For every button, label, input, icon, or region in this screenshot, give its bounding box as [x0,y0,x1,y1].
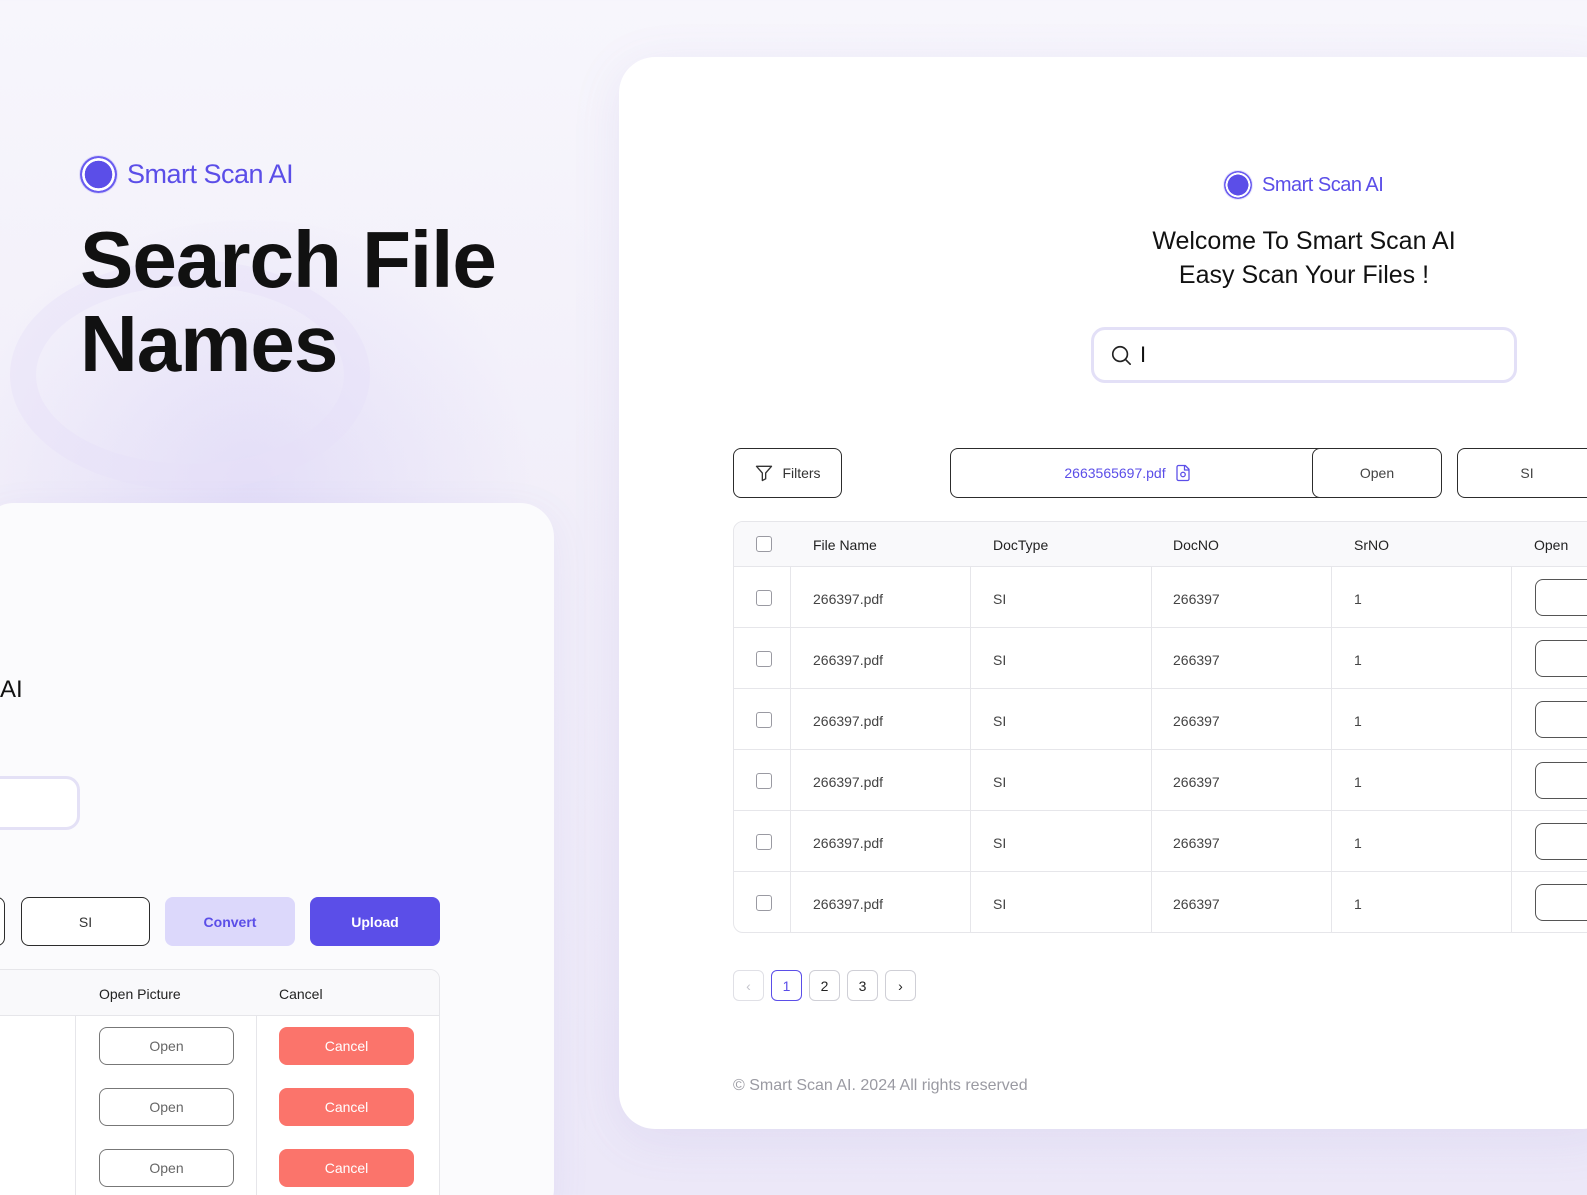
cell-file-name: 266397.pdf [813,835,884,851]
main-panel: Smart Scan AI Welcome To Smart Scan AI E… [619,57,1587,1129]
row-checkbox[interactable] [756,590,772,606]
open-picture-button[interactable]: Open [99,1149,234,1187]
convert-button[interactable]: Convert [165,897,295,946]
cell-doctype: SI [993,835,1007,851]
files-table: File Name DocType DocNO SrNO Open 266397… [733,521,1587,933]
selected-file-name: 2663565697.pdf [1064,465,1166,481]
cell-docno: 266397 [1173,713,1220,729]
cell-srno: 1 [1354,713,1362,729]
row-open-button[interactable] [1535,640,1587,677]
selected-file-chip[interactable]: 2663565697.pdf [950,448,1336,498]
cell-docno: 266397 [1173,591,1220,607]
filters-button[interactable]: Filters [733,448,842,498]
welcome-heading: Welcome To Smart Scan AI [1152,227,1456,255]
row-open-button[interactable] [1535,701,1587,738]
upload-button[interactable]: Upload [310,897,440,946]
open-picture-button[interactable]: Open [99,1027,234,1065]
page-1-button[interactable]: 1 [771,970,802,1001]
table-row[interactable]: 266397.pdf SI 266397 1 [734,688,1587,749]
row-open-button[interactable] [1535,579,1587,616]
cell-srno: 1 [1354,774,1362,790]
page-2-button[interactable]: 2 [809,970,840,1001]
search-icon [1111,345,1131,365]
header-docno: DocNO [1173,537,1219,553]
si-button[interactable]: SI [1457,448,1587,498]
welcome-subheading: Easy Scan Your Files ! [1178,261,1430,289]
cell-doctype: SI [993,896,1007,912]
brand-logo-icon [1224,171,1252,199]
brand-name: Smart Scan AI [1262,173,1384,196]
cell-doctype: SI [993,652,1007,668]
header-cancel: Cancel [279,986,323,1002]
cancel-button[interactable]: Cancel [279,1149,414,1187]
cell-srno: 1 [1354,835,1362,851]
row-checkbox[interactable] [756,834,772,850]
cancel-button[interactable]: Cancel [279,1088,414,1126]
search-input-value: I [1140,342,1147,367]
table-row[interactable]: 266397.pdf SI 266397 1 [734,627,1587,688]
si-button-left[interactable]: SI [21,897,150,946]
back-panel-title-fragment: AI [0,676,23,703]
cell-doctype: SI [993,713,1007,729]
brand-logo-icon [80,156,117,193]
header-open: Open [1534,537,1569,553]
row-checkbox[interactable] [756,651,772,667]
filter-icon [756,465,773,482]
table-row[interactable]: 266397.pdf SI 266397 1 [734,566,1587,627]
cell-srno: 1 [1354,652,1362,668]
open-file-button[interactable]: Open [1312,448,1442,498]
chevron-right-icon[interactable]: › [885,970,916,1001]
cancel-button[interactable]: Cancel [279,1027,414,1065]
table-row[interactable]: 266397.pdf SI 266397 1 [734,749,1587,810]
cell-doctype: SI [993,774,1007,790]
row-checkbox[interactable] [756,773,772,789]
cell-file-name: 266397.pdf [813,591,884,607]
column-divider [75,1016,76,1195]
row-checkbox[interactable] [756,712,772,728]
table-row[interactable]: 266397.pdf SI 266397 1 [734,871,1587,932]
hero-title-line2: Names [80,299,338,388]
table-header: File Name DocType DocNO SrNO Open [734,522,1587,566]
hero-title-line1: Search File [80,215,497,304]
row-checkbox[interactable] [756,895,772,911]
cell-srno: 1 [1354,591,1362,607]
page-3-button[interactable]: 3 [847,970,878,1001]
chevron-left-icon[interactable]: ‹ [733,970,764,1001]
row-open-button[interactable] [1535,823,1587,860]
cell-file-name: 266397.pdf [813,713,884,729]
row-open-button[interactable] [1535,884,1587,921]
column-divider [256,1016,257,1195]
search-input[interactable]: I [1091,327,1517,383]
back-table-header: Open Picture Cancel [0,970,439,1016]
header-srno: SrNO [1354,537,1389,553]
cell-srno: 1 [1354,896,1362,912]
brand-header-main: Smart Scan AI [1224,171,1384,199]
header-open-picture: Open Picture [99,986,181,1002]
table-row[interactable]: 266397.pdf SI 266397 1 [734,810,1587,871]
cell-file-name: 266397.pdf [813,652,884,668]
back-panel-edge-button[interactable] [0,897,5,946]
brand-name: Smart Scan AI [127,159,294,189]
back-panel-table: Open Picture Cancel Open Cancel Open Can… [0,969,440,1195]
footer-copyright: © Smart Scan AI. 2024 All rights reserve… [733,1077,1028,1094]
cell-doctype: SI [993,591,1007,607]
select-all-checkbox[interactable] [756,536,772,552]
cell-docno: 266397 [1173,896,1220,912]
cell-docno: 266397 [1173,835,1220,851]
hero-title: Search File Names [80,215,497,388]
file-icon [1175,464,1190,482]
cell-file-name: 266397.pdf [813,774,884,790]
back-panel-search-input[interactable] [0,776,80,830]
filters-label: Filters [782,465,821,481]
cell-docno: 266397 [1173,774,1220,790]
cell-docno: 266397 [1173,652,1220,668]
header-doctype: DocType [993,537,1049,553]
row-open-button[interactable] [1535,762,1587,799]
brand-header-left: Smart Scan AI [80,156,294,193]
cell-file-name: 266397.pdf [813,896,884,912]
header-file-name: File Name [813,537,877,553]
open-picture-button[interactable]: Open [99,1088,234,1126]
pagination: ‹ 1 2 3 › [733,970,916,1001]
